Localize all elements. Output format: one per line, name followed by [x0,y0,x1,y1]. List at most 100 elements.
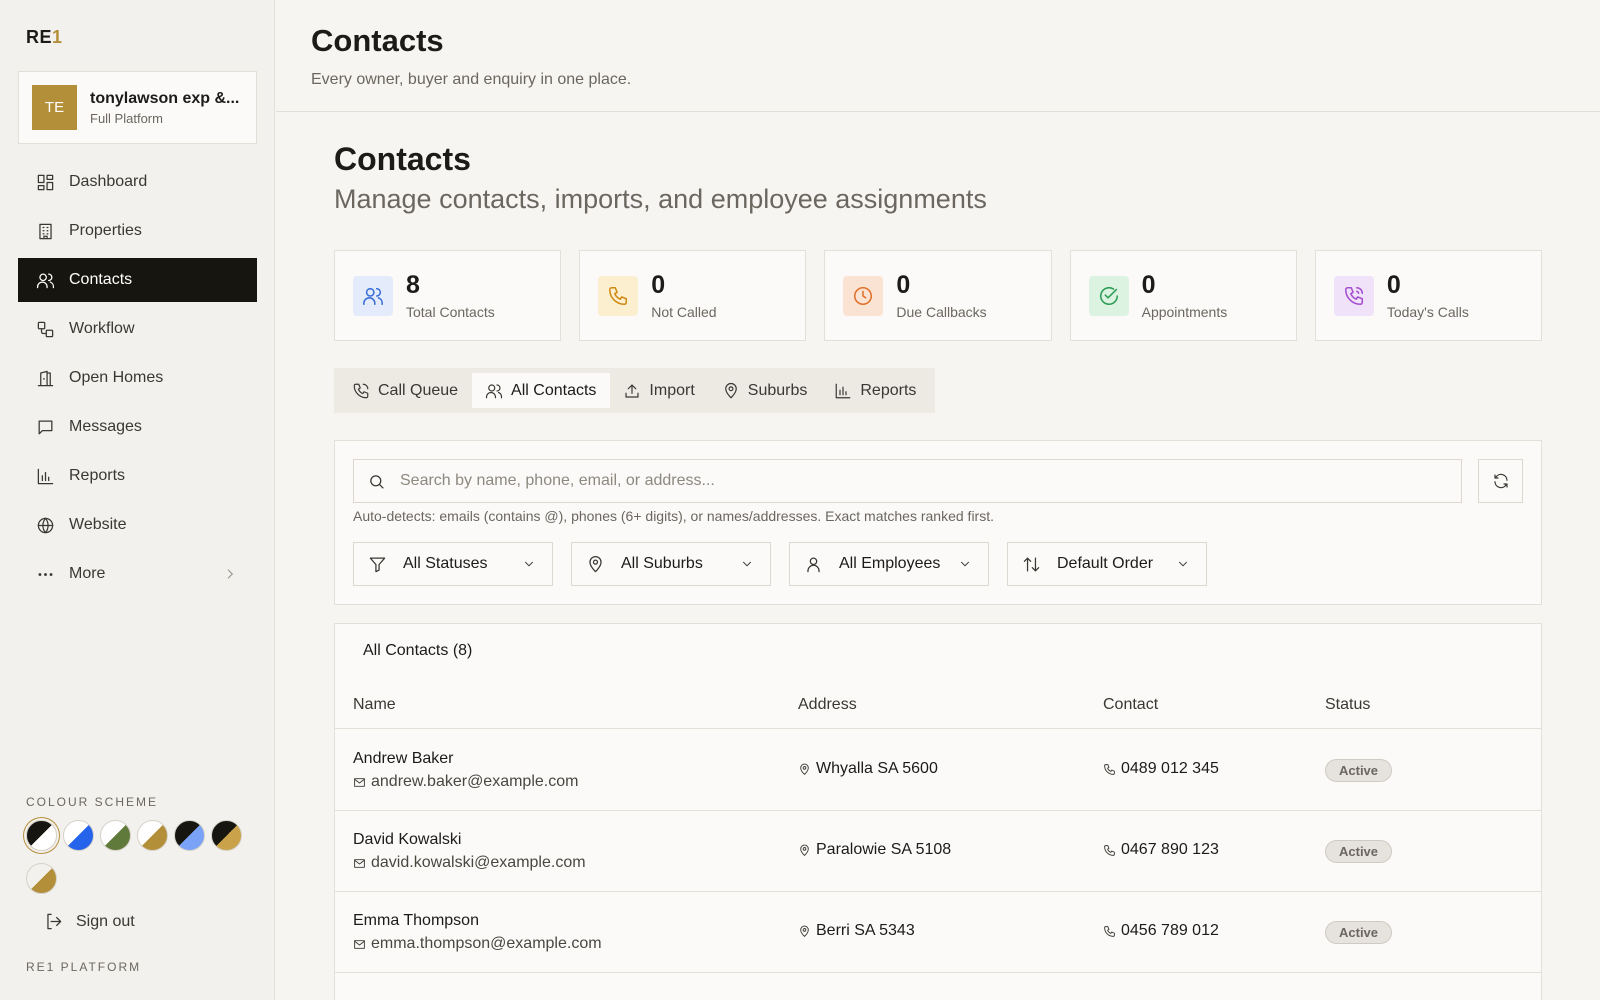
colour-scheme-swatch[interactable] [63,820,94,851]
table-row[interactable]: Andrew Baker andrew.baker@example.com Wh… [335,730,1541,811]
colour-scheme-swatch[interactable] [26,863,57,894]
column-header-name[interactable]: Name [353,696,396,714]
contacts-table: All Contacts (8) Name Address Contact St… [334,623,1542,1000]
colour-scheme-swatch[interactable] [211,820,242,851]
column-header-address[interactable]: Address [798,696,857,714]
column-header-status[interactable]: Status [1325,696,1370,714]
colour-scheme-label: COLOUR SCHEME [26,795,159,809]
sidebar-item-workflow[interactable]: Workflow [18,307,257,351]
colour-scheme-swatch[interactable] [100,820,131,851]
logo[interactable]: RE1 [26,27,63,48]
phone-text: 0456 789 012 [1121,922,1219,939]
contact-name[interactable]: Emma Thompson [353,912,479,930]
sort-order-select[interactable]: Default Order [1007,542,1207,586]
tab-suburbs[interactable]: Suburbs [709,373,822,408]
colour-scheme-swatch[interactable] [26,820,57,851]
sidebar-item-dashboard[interactable]: Dashboard [18,160,257,204]
employee-filter-select[interactable]: All Employees [789,542,989,586]
stat-value: 0 [896,271,911,299]
stat-appointments: 0 Appointments [1069,250,1297,341]
map-pin-icon [589,555,602,572]
stat-icon-box [353,275,393,316]
phone-icon [609,286,628,305]
page-title: Contacts [334,141,471,177]
search-input[interactable] [400,472,1400,490]
chevron-down-icon [525,561,533,567]
avatar: TE [32,85,77,130]
stats-row: 8 Total Contacts 0 Not Called 0 Due Callbac… [334,250,1543,341]
search-icon [370,474,384,489]
stat-due-callbacks: 0 Due Callbacks [824,250,1052,341]
page-subtitle: Manage contacts, imports, and employee a… [334,184,987,214]
status-badge: Active [1325,759,1393,782]
table-row[interactable]: David Kowalski david.kowalski@example.co… [335,811,1541,892]
table-row[interactable]: Emma Thompson emma.thompson@example.com … [335,892,1541,973]
open-home-icon [37,370,54,386]
tab-label: Suburbs [747,381,808,399]
sidebar-item-label: Website [69,516,127,533]
tab-all-contacts[interactable]: All Contacts [472,373,611,408]
select-value: Default Order [1057,555,1154,572]
address-text: Paralowie SA 5108 [816,841,952,858]
map-pin-icon [800,763,809,775]
suburb-filter-select[interactable]: All Suburbs [571,542,771,586]
sidebar-item-label: More [69,565,106,582]
mail-icon [354,939,365,949]
table-header: Name Address Contact Status [335,681,1541,729]
sidebar-item-reports[interactable]: Reports [18,454,257,498]
filters-card: Auto-detects: emails (contains @), phone… [334,440,1542,605]
phone-icon [1104,763,1115,775]
platform-label: RE1 PLATFORM [26,960,142,974]
sign-out-icon [47,913,62,930]
search-hint: Auto-detects: emails (contains @), phone… [353,508,994,524]
stat-value: 0 [1386,271,1401,299]
email-text: david.kowalski@example.com [371,854,586,871]
filter-icon [369,557,386,572]
colour-scheme-swatches [26,820,256,906]
sidebar-item-more[interactable]: More [18,552,257,596]
sidebar-item-label: Open Homes [69,369,164,386]
status-filter-select[interactable]: All Statuses [353,542,553,586]
stat-label: Due Callbacks [896,304,987,320]
contact-name[interactable]: Andrew Baker [353,750,454,768]
contact-email: david.kowalski@example.com [353,854,586,872]
header-title: Contacts [311,23,444,58]
sign-out-button[interactable]: Sign out [44,912,135,931]
filter-selects: All Statuses All Suburbs All Employees D… [353,542,1207,586]
contact-name[interactable]: David Kowalski [353,831,461,849]
contact-address: Paralowie SA 5108 [798,841,951,859]
contact-phone[interactable]: 0467 890 123 [1103,841,1219,859]
status-badge: Active [1325,840,1393,863]
sidebar-item-properties[interactable]: Properties [18,209,257,253]
users-icon [485,383,503,398]
contact-phone[interactable]: 0489 012 345 [1103,760,1219,778]
tab-label: Import [649,381,695,399]
map-pin-icon [724,382,737,398]
contact-address: Berri SA 5343 [798,922,915,940]
account-switcher[interactable]: TE tonylawson exp &... Full Platform [18,71,257,144]
contact-email: emma.thompson@example.com [353,935,602,953]
column-header-contact[interactable]: Contact [1103,696,1158,714]
colour-scheme-swatch[interactable] [174,820,205,851]
contact-phone[interactable]: 0456 789 012 [1103,922,1219,940]
phone-call-icon [1344,286,1363,305]
tab-import[interactable]: Import [610,373,708,408]
sidebar-item-open-homes[interactable]: Open Homes [18,356,257,400]
tab-call-queue[interactable]: Call Queue [339,373,472,408]
logo-main: RE [26,27,53,47]
stat-icon-box [598,275,639,316]
address-text: Berri SA 5343 [816,922,915,939]
sidebar-item-messages[interactable]: Messages [18,405,257,449]
sidebar-nav: Dashboard Properties Contacts Workflow O… [18,160,257,601]
refresh-button[interactable] [1478,459,1523,503]
sidebar-item-contacts[interactable]: Contacts [18,258,257,302]
tab-reports[interactable]: Reports [821,373,930,408]
stat-label: Not Called [651,304,717,320]
map-pin-icon [800,844,809,856]
tab-label: All Contacts [511,381,597,399]
tab-label: Call Queue [378,381,459,399]
workflow-icon [37,321,54,337]
colour-scheme-swatch[interactable] [137,820,168,851]
bar-chart-icon [37,468,54,484]
sidebar-item-website[interactable]: Website [18,503,257,547]
